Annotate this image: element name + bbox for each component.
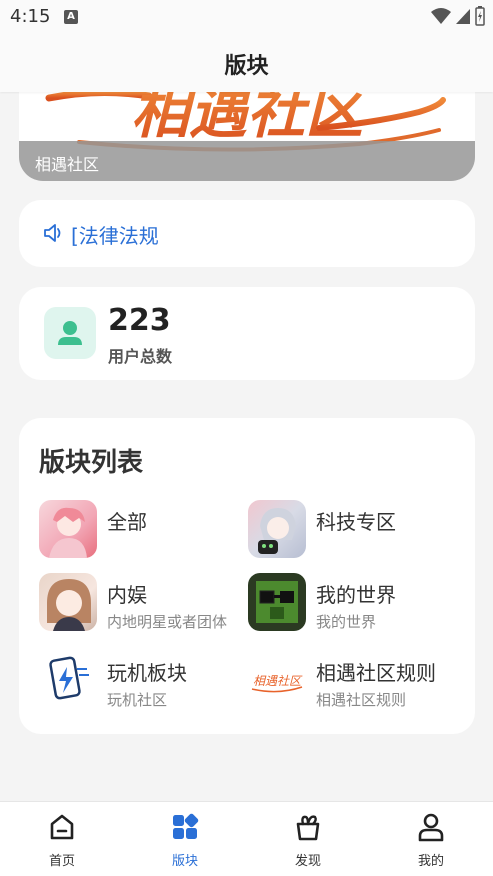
speaker-icon xyxy=(44,224,61,242)
page-title: 版块 xyxy=(224,54,269,79)
discover-icon xyxy=(296,815,320,841)
nav-profile[interactable]: 我的 xyxy=(381,802,481,876)
nav-discover-label: 发现 xyxy=(294,854,321,869)
board-name: 相遇社区规则 xyxy=(316,661,436,685)
signal-icon xyxy=(456,9,470,24)
board-item-rules[interactable]: 相遇社区 相遇社区规则 相遇社区规则 xyxy=(248,651,458,711)
board-item-minecraft[interactable]: 我的世界 我的世界 xyxy=(248,573,458,633)
board-item-phone[interactable]: 玩机板块 玩机社区 xyxy=(39,651,249,711)
user-count: 223 xyxy=(108,303,171,338)
board-thumb-phone xyxy=(39,651,97,709)
banner-caption: 相遇社区 xyxy=(35,155,100,174)
board-name: 我的世界 xyxy=(316,583,396,607)
status-icons xyxy=(431,6,485,26)
profile-icon xyxy=(418,813,444,842)
user-count-icon xyxy=(44,307,96,359)
nav-boards[interactable]: 版块 xyxy=(135,802,235,876)
nav-home-label: 首页 xyxy=(48,854,75,869)
battery-icon xyxy=(475,6,485,26)
status-bar: 4:15 A xyxy=(0,0,493,34)
board-desc: 玩机社区 xyxy=(107,691,168,709)
nav-boards-label: 版块 xyxy=(171,854,198,869)
board-name: 内娱 xyxy=(107,583,147,607)
notice-bar[interactable]: [法律法规 xyxy=(19,200,475,267)
board-item-entertainment[interactable]: 内娱 内地明星或者团体 xyxy=(39,573,249,633)
board-thumb-tech xyxy=(248,500,306,558)
nav-profile-label: 我的 xyxy=(417,854,444,869)
board-thumb-rules: 相遇社区 xyxy=(248,651,306,709)
board-item-tech[interactable]: 科技专区 xyxy=(248,500,458,560)
banner-caption-bar: 相遇社区 xyxy=(19,141,475,181)
nav-discover[interactable]: 发现 xyxy=(258,802,358,876)
board-thumb-minecraft xyxy=(248,573,306,631)
board-thumb-rules-text: 相遇社区 xyxy=(253,674,303,688)
user-stats-card: 223 用户总数 xyxy=(19,287,475,380)
app-header: 版块 xyxy=(0,34,493,92)
wifi-icon xyxy=(431,8,451,24)
board-thumb-entertainment xyxy=(39,573,97,631)
board-name: 玩机板块 xyxy=(107,661,187,685)
board-name: 全部 xyxy=(107,510,147,534)
board-desc: 我的世界 xyxy=(316,613,377,631)
status-time: 4:15 xyxy=(10,6,51,27)
board-desc: 内地明星或者团体 xyxy=(107,613,228,631)
board-item-all[interactable]: 全部 xyxy=(39,500,249,560)
board-list-title: 版块列表 xyxy=(39,448,144,478)
board-desc: 相遇社区规则 xyxy=(316,691,407,709)
notification-icon: A xyxy=(64,10,78,24)
boards-icon xyxy=(173,813,199,839)
board-name: 科技专区 xyxy=(316,510,396,534)
board-thumb-all xyxy=(39,500,97,558)
user-count-label: 用户总数 xyxy=(108,347,173,366)
board-list-card: 版块列表 全部 科技专区 内娱 内地明星或者团体 我的世界 我的世界 玩机板块 … xyxy=(19,418,475,734)
home-icon xyxy=(50,814,74,840)
bottom-nav: 首页 版块 发现 我的 xyxy=(0,801,493,876)
notice-text: [法律法规 xyxy=(71,224,159,248)
nav-home[interactable]: 首页 xyxy=(12,802,112,876)
